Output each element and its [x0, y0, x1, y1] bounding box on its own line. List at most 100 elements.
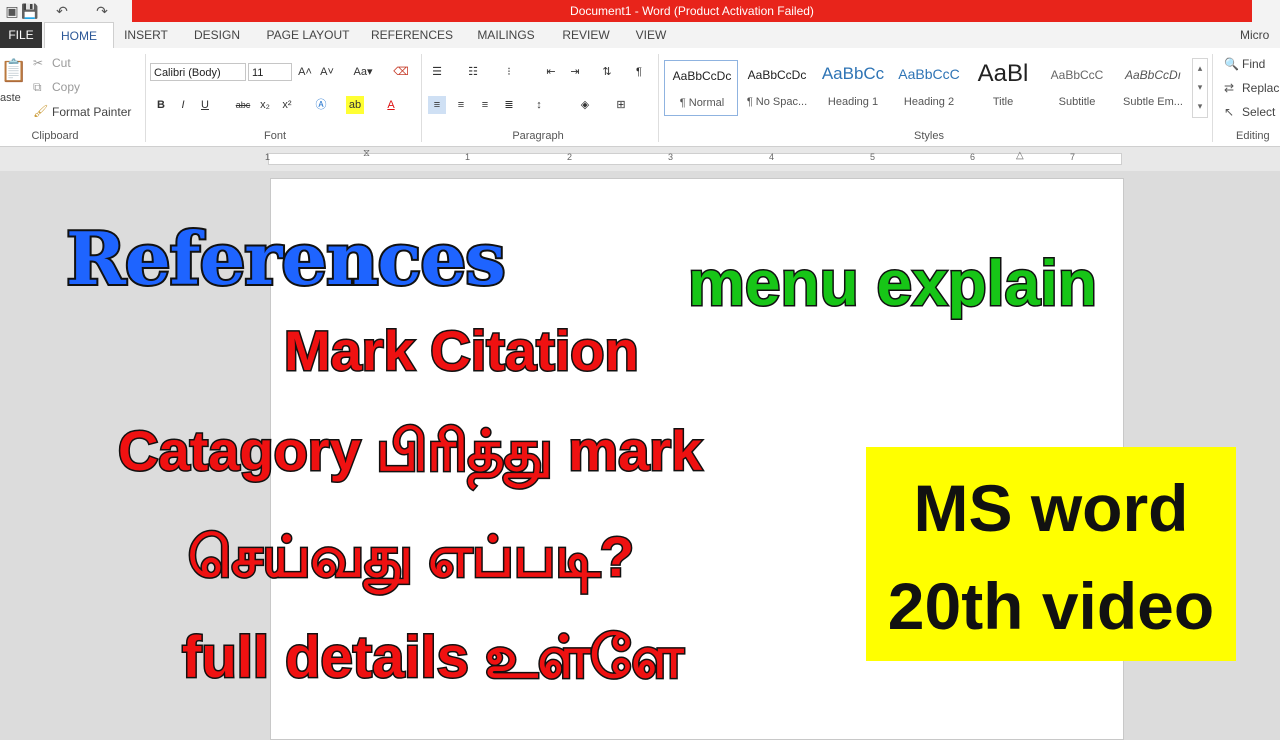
style-sample: AaBbCcDc — [672, 69, 732, 83]
subscript-icon[interactable]: x₂ — [256, 96, 274, 114]
font-name-combo[interactable]: Calibri (Body) — [150, 63, 246, 81]
tab-view[interactable]: VIEW — [626, 22, 676, 48]
change-case-icon[interactable]: Aa▾ — [348, 63, 378, 81]
group-label-paragraph: Paragraph — [512, 130, 564, 142]
style-no-spacing[interactable]: AaBbCcDc ¶ No Spac... — [740, 60, 814, 116]
find-button[interactable]: Find — [1242, 57, 1265, 71]
tab-file[interactable]: FILE — [0, 22, 42, 48]
replace-button[interactable]: Replac — [1242, 81, 1279, 95]
copy-button[interactable]: Copy — [52, 80, 80, 94]
align-center-icon[interactable]: ≡ — [452, 96, 470, 114]
format-painter-button[interactable]: Format Painter — [52, 105, 131, 119]
select-icon[interactable]: ↖ — [1224, 105, 1234, 119]
tab-references[interactable]: REFERENCES — [368, 22, 456, 48]
replace-icon[interactable]: ⇄ — [1224, 81, 1234, 95]
multilevel-list-icon[interactable]: ⁝ — [500, 63, 518, 81]
ruler-number: 3 — [668, 152, 674, 162]
shading-icon[interactable]: ◈ — [576, 96, 594, 114]
overlay-headline-suffix: menu explain — [687, 246, 1099, 321]
style-name: ¶ Normal — [679, 97, 725, 109]
copy-icon[interactable]: ⧉ — [33, 80, 42, 95]
group-divider — [1212, 54, 1213, 142]
italic-icon[interactable]: I — [174, 96, 192, 114]
strikethrough-icon[interactable]: abc — [232, 96, 254, 114]
clear-formatting-icon[interactable]: ⌫ — [392, 63, 410, 81]
numbering-icon[interactable]: ☷ — [464, 63, 482, 81]
bold-icon[interactable]: B — [152, 96, 170, 114]
style-heading-2[interactable]: AaBbCcC Heading 2 — [892, 60, 966, 116]
style-sample: AaBbCc — [821, 64, 885, 83]
style-subtitle[interactable]: AaBbCcC Subtitle — [1040, 60, 1114, 116]
save-icon[interactable]: 💾 — [20, 1, 40, 21]
ruler-number: 1 — [465, 152, 471, 162]
line-spacing-icon[interactable]: ↕ — [530, 96, 548, 114]
select-button[interactable]: Select — [1242, 105, 1275, 119]
group-label-editing: Editing — [1236, 130, 1270, 142]
group-label-clipboard: Clipboard — [31, 130, 79, 142]
style-sample: AaBbCcDc — [747, 68, 807, 82]
text-effects-icon[interactable]: Ⓐ — [312, 96, 330, 114]
highlight-color-icon[interactable]: ab — [346, 96, 364, 114]
word-app-icon: ▣ — [5, 3, 19, 19]
style-name: Title — [992, 96, 1014, 108]
align-left-icon[interactable]: ≡ — [428, 96, 446, 114]
style-name: Heading 2 — [903, 96, 955, 108]
overlay-line-3: செய்வது எப்படி? — [186, 524, 635, 590]
styles-gallery-scroll[interactable]: ▴ ▾ ▾ — [1192, 58, 1208, 118]
style-heading-1[interactable]: AaBbCc Heading 1 — [816, 60, 890, 116]
redo-icon[interactable]: ↷ — [92, 1, 112, 21]
group-label-styles: Styles — [914, 130, 944, 142]
grow-font-icon[interactable]: A˄ — [296, 63, 314, 81]
underline-icon[interactable]: U — [196, 96, 214, 114]
ruler-number: 6 — [970, 152, 976, 162]
overlay-headline: References — [64, 214, 508, 303]
borders-icon[interactable]: ⊞ — [612, 96, 630, 114]
style-sample: AaBbCcDı — [1124, 68, 1182, 82]
tab-insert[interactable]: INSERT — [116, 22, 176, 48]
style-normal[interactable]: AaBbCcDc ¶ Normal — [664, 60, 738, 116]
bullets-icon[interactable]: ☰ — [428, 63, 446, 81]
style-sample: AaBl — [977, 60, 1029, 87]
show-formatting-marks-icon[interactable]: ¶ — [630, 63, 648, 81]
find-icon[interactable]: 🔍 — [1224, 57, 1239, 71]
paste-icon[interactable]: 📋 — [0, 58, 27, 84]
style-subtle-emphasis[interactable]: AaBbCcDı Subtle Em... — [1116, 60, 1190, 116]
style-sample: AaBbCcC — [1050, 68, 1104, 82]
style-name: ¶ No Spac... — [746, 96, 808, 108]
group-label-font: Font — [263, 130, 286, 142]
format-painter-icon[interactable]: 🖌 — [33, 104, 48, 118]
horizontal-ruler[interactable] — [268, 153, 1122, 165]
tab-design[interactable]: DESIGN — [184, 22, 250, 48]
sort-icon[interactable]: ⇅ — [598, 63, 616, 81]
style-title[interactable]: AaBl Title — [966, 60, 1040, 116]
tab-home[interactable]: HOME — [44, 22, 114, 49]
video-badge-line-1: MS word — [913, 471, 1189, 545]
ruler-number: 2 — [567, 152, 573, 162]
style-name: Heading 1 — [827, 96, 879, 108]
font-size-combo[interactable]: 11 — [248, 63, 292, 81]
paste-button-label[interactable]: aste — [0, 92, 21, 104]
superscript-icon[interactable]: x² — [278, 96, 296, 114]
cut-icon[interactable]: ✂ — [33, 56, 43, 70]
right-indent-marker[interactable]: △ — [1016, 150, 1024, 161]
align-right-icon[interactable]: ≡ — [476, 96, 494, 114]
first-line-indent-marker[interactable]: ⧖ — [363, 148, 370, 159]
ruler-number: 1 — [265, 152, 271, 162]
tab-page-layout[interactable]: PAGE LAYOUT — [262, 22, 354, 48]
cut-button[interactable]: Cut — [52, 56, 71, 70]
overlay-line-4: full details உள்ளே — [180, 624, 684, 692]
undo-icon[interactable]: ↶ — [52, 1, 72, 21]
account-name[interactable]: Micro — [1240, 22, 1280, 48]
overlay-line-2: Catagory பிரித்து mark — [116, 418, 703, 484]
increase-indent-icon[interactable]: ⇥ — [566, 63, 584, 81]
overlay-line-1: Mark Citation — [283, 318, 641, 384]
shrink-font-icon[interactable]: A˅ — [318, 63, 336, 81]
font-color-icon[interactable]: A — [382, 96, 400, 114]
window-title: Document1 - Word (Product Activation Fai… — [570, 4, 814, 18]
tab-mailings[interactable]: MAILINGS — [470, 22, 542, 48]
group-divider — [658, 54, 659, 142]
justify-icon[interactable]: ≣ — [500, 96, 518, 114]
ruler-number: 4 — [769, 152, 775, 162]
tab-review[interactable]: REVIEW — [556, 22, 616, 48]
decrease-indent-icon[interactable]: ⇤ — [542, 63, 560, 81]
